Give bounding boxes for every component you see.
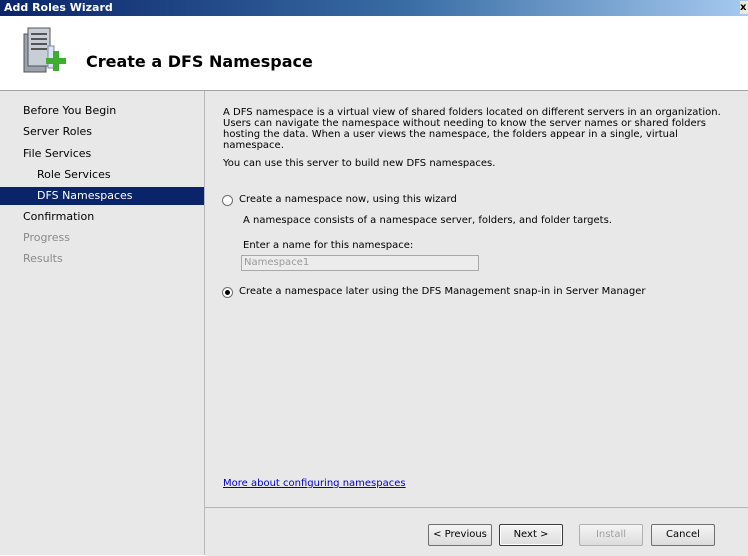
- cancel-button[interactable]: Cancel: [651, 524, 715, 546]
- nav-item-results: Results: [23, 252, 63, 265]
- create-now-label[interactable]: Create a namespace now, using this wizar…: [239, 194, 457, 205]
- title-bar[interactable]: Add Roles Wizard x: [0, 0, 748, 16]
- nav-item-dfs-namespaces[interactable]: DFS Namespaces: [0, 187, 204, 205]
- create-later-label[interactable]: Create a namespace later using the DFS M…: [239, 286, 646, 297]
- create-later-radio[interactable]: [222, 287, 233, 298]
- next-button[interactable]: Next >: [499, 524, 563, 546]
- nav-item-role-services[interactable]: Role Services: [0, 166, 204, 184]
- close-button[interactable]: x: [740, 1, 748, 14]
- server-add-icon: [23, 27, 66, 73]
- more-info-link[interactable]: More about configuring namespaces: [223, 478, 406, 489]
- nav-item-progress: Progress: [23, 231, 70, 244]
- wizard-header: Create a DFS Namespace: [0, 16, 748, 91]
- previous-button[interactable]: < Previous: [428, 524, 492, 546]
- namespace-desc: A namespace consists of a namespace serv…: [243, 215, 612, 226]
- page-title: Create a DFS Namespace: [86, 52, 313, 71]
- nav-item-server-roles[interactable]: Server Roles: [0, 123, 204, 141]
- wizard-nav: Before You Begin Server Roles File Servi…: [0, 91, 205, 555]
- radio-selected-dot: [225, 290, 230, 295]
- name-label: Enter a name for this namespace:: [243, 240, 414, 251]
- nav-item-before-you-begin[interactable]: Before You Begin: [0, 102, 204, 120]
- wizard-window: Add Roles Wizard x Create a DFS Namespac…: [0, 0, 748, 556]
- window-title: Add Roles Wizard: [4, 1, 113, 14]
- wizard-footer: < Previous Next > Install Cancel: [205, 507, 748, 556]
- description-text: A DFS namespace is a virtual view of sha…: [223, 107, 721, 151]
- install-button: Install: [579, 524, 643, 546]
- build-text: You can use this server to build new DFS…: [223, 158, 496, 169]
- wizard-content: A DFS namespace is a virtual view of sha…: [205, 91, 748, 501]
- namespace-name-field[interactable]: Namespace1: [241, 255, 479, 271]
- nav-item-confirmation[interactable]: Confirmation: [0, 208, 204, 226]
- create-now-radio[interactable]: [222, 195, 233, 206]
- nav-item-file-services[interactable]: File Services: [0, 145, 204, 163]
